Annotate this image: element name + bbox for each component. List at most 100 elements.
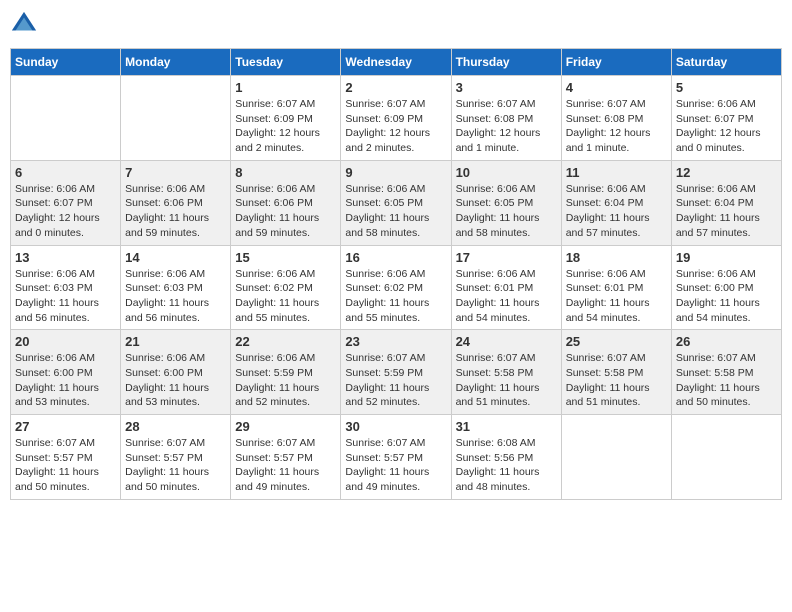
day-number: 14 xyxy=(125,250,226,265)
day-info: Sunrise: 6:06 AM Sunset: 6:03 PM Dayligh… xyxy=(15,267,116,326)
day-info: Sunrise: 6:06 AM Sunset: 6:00 PM Dayligh… xyxy=(125,351,226,410)
day-info: Sunrise: 6:06 AM Sunset: 6:06 PM Dayligh… xyxy=(125,182,226,241)
day-number: 20 xyxy=(15,334,116,349)
calendar-cell: 8 Sunrise: 6:06 AM Sunset: 6:06 PM Daylig… xyxy=(231,160,341,245)
day-number: 16 xyxy=(345,250,446,265)
day-info: Sunrise: 6:07 AM Sunset: 5:57 PM Dayligh… xyxy=(345,436,446,495)
calendar-cell xyxy=(11,76,121,161)
calendar-cell: 11 Sunrise: 6:06 AM Sunset: 6:04 PM Dayli… xyxy=(561,160,671,245)
day-number: 29 xyxy=(235,419,336,434)
calendar-header-row: SundayMondayTuesdayWednesdayThursdayFrid… xyxy=(11,49,782,76)
day-info: Sunrise: 6:06 AM Sunset: 6:03 PM Dayligh… xyxy=(125,267,226,326)
day-info: Sunrise: 6:06 AM Sunset: 6:07 PM Dayligh… xyxy=(15,182,116,241)
day-of-week-header: Sunday xyxy=(11,49,121,76)
calendar-cell: 9 Sunrise: 6:06 AM Sunset: 6:05 PM Daylig… xyxy=(341,160,451,245)
day-info: Sunrise: 6:06 AM Sunset: 6:02 PM Dayligh… xyxy=(235,267,336,326)
calendar-cell: 12 Sunrise: 6:06 AM Sunset: 6:04 PM Dayli… xyxy=(671,160,781,245)
calendar-cell: 16 Sunrise: 6:06 AM Sunset: 6:02 PM Dayli… xyxy=(341,245,451,330)
day-info: Sunrise: 6:07 AM Sunset: 5:59 PM Dayligh… xyxy=(345,351,446,410)
calendar-cell: 31Sunrise: 6:08 AM Sunset: 5:56 PM Dayli… xyxy=(451,415,561,500)
day-of-week-header: Monday xyxy=(121,49,231,76)
day-of-week-header: Wednesday xyxy=(341,49,451,76)
calendar-table: SundayMondayTuesdayWednesdayThursdayFrid… xyxy=(10,48,782,500)
calendar-cell: 20 Sunrise: 6:06 AM Sunset: 6:00 PM Dayli… xyxy=(11,330,121,415)
day-info: Sunrise: 6:07 AM Sunset: 5:57 PM Dayligh… xyxy=(125,436,226,495)
day-number: 10 xyxy=(456,165,557,180)
day-number: 8 xyxy=(235,165,336,180)
day-info: Sunrise: 6:08 AM Sunset: 5:56 PM Dayligh… xyxy=(456,436,557,495)
logo xyxy=(10,10,42,38)
day-number: 1 xyxy=(235,80,336,95)
page-header xyxy=(10,10,782,38)
day-info: Sunrise: 6:07 AM Sunset: 5:58 PM Dayligh… xyxy=(456,351,557,410)
day-number: 26 xyxy=(676,334,777,349)
day-info: Sunrise: 6:06 AM Sunset: 6:05 PM Dayligh… xyxy=(345,182,446,241)
day-info: Sunrise: 6:07 AM Sunset: 6:08 PM Dayligh… xyxy=(566,97,667,156)
day-number: 30 xyxy=(345,419,446,434)
calendar-cell: 7 Sunrise: 6:06 AM Sunset: 6:06 PM Daylig… xyxy=(121,160,231,245)
calendar-cell: 1 Sunrise: 6:07 AM Sunset: 6:09 PM Daylig… xyxy=(231,76,341,161)
day-info: Sunrise: 6:06 AM Sunset: 6:01 PM Dayligh… xyxy=(456,267,557,326)
day-number: 3 xyxy=(456,80,557,95)
day-number: 15 xyxy=(235,250,336,265)
calendar-cell: 18 Sunrise: 6:06 AM Sunset: 6:01 PM Dayli… xyxy=(561,245,671,330)
calendar-cell xyxy=(121,76,231,161)
calendar-week-row: 6 Sunrise: 6:06 AM Sunset: 6:07 PM Daylig… xyxy=(11,160,782,245)
day-number: 24 xyxy=(456,334,557,349)
day-number: 5 xyxy=(676,80,777,95)
calendar-cell: 29 Sunrise: 6:07 AM Sunset: 5:57 PM Dayli… xyxy=(231,415,341,500)
calendar-cell: 25 Sunrise: 6:07 AM Sunset: 5:58 PM Dayli… xyxy=(561,330,671,415)
calendar-cell: 2 Sunrise: 6:07 AM Sunset: 6:09 PM Daylig… xyxy=(341,76,451,161)
day-of-week-header: Thursday xyxy=(451,49,561,76)
day-number: 12 xyxy=(676,165,777,180)
calendar-cell: 10 Sunrise: 6:06 AM Sunset: 6:05 PM Dayli… xyxy=(451,160,561,245)
calendar-cell: 23 Sunrise: 6:07 AM Sunset: 5:59 PM Dayli… xyxy=(341,330,451,415)
day-info: Sunrise: 6:07 AM Sunset: 6:08 PM Dayligh… xyxy=(456,97,557,156)
day-info: Sunrise: 6:06 AM Sunset: 6:00 PM Dayligh… xyxy=(676,267,777,326)
day-info: Sunrise: 6:06 AM Sunset: 6:06 PM Dayligh… xyxy=(235,182,336,241)
calendar-cell: 24 Sunrise: 6:07 AM Sunset: 5:58 PM Dayli… xyxy=(451,330,561,415)
calendar-cell xyxy=(561,415,671,500)
day-number: 6 xyxy=(15,165,116,180)
calendar-cell: 22Sunrise: 6:06 AM Sunset: 5:59 PM Dayli… xyxy=(231,330,341,415)
calendar-week-row: 27 Sunrise: 6:07 AM Sunset: 5:57 PM Dayli… xyxy=(11,415,782,500)
day-number: 2 xyxy=(345,80,446,95)
calendar-cell: 5 Sunrise: 6:06 AM Sunset: 6:07 PM Daylig… xyxy=(671,76,781,161)
day-info: Sunrise: 6:06 AM Sunset: 6:02 PM Dayligh… xyxy=(345,267,446,326)
day-info: Sunrise: 6:06 AM Sunset: 5:59 PM Dayligh… xyxy=(235,351,336,410)
day-info: Sunrise: 6:07 AM Sunset: 5:57 PM Dayligh… xyxy=(235,436,336,495)
calendar-cell: 14 Sunrise: 6:06 AM Sunset: 6:03 PM Dayli… xyxy=(121,245,231,330)
day-number: 23 xyxy=(345,334,446,349)
day-number: 19 xyxy=(676,250,777,265)
day-info: Sunrise: 6:06 AM Sunset: 6:05 PM Dayligh… xyxy=(456,182,557,241)
day-info: Sunrise: 6:06 AM Sunset: 6:07 PM Dayligh… xyxy=(676,97,777,156)
day-number: 18 xyxy=(566,250,667,265)
day-number: 11 xyxy=(566,165,667,180)
day-of-week-header: Tuesday xyxy=(231,49,341,76)
logo-icon xyxy=(10,10,38,38)
day-info: Sunrise: 6:06 AM Sunset: 6:01 PM Dayligh… xyxy=(566,267,667,326)
calendar-week-row: 13 Sunrise: 6:06 AM Sunset: 6:03 PM Dayli… xyxy=(11,245,782,330)
calendar-cell: 28 Sunrise: 6:07 AM Sunset: 5:57 PM Dayli… xyxy=(121,415,231,500)
day-number: 13 xyxy=(15,250,116,265)
day-number: 17 xyxy=(456,250,557,265)
calendar-cell: 17 Sunrise: 6:06 AM Sunset: 6:01 PM Dayli… xyxy=(451,245,561,330)
day-info: Sunrise: 6:06 AM Sunset: 6:04 PM Dayligh… xyxy=(676,182,777,241)
day-info: Sunrise: 6:07 AM Sunset: 5:57 PM Dayligh… xyxy=(15,436,116,495)
day-info: Sunrise: 6:06 AM Sunset: 6:04 PM Dayligh… xyxy=(566,182,667,241)
day-number: 25 xyxy=(566,334,667,349)
day-info: Sunrise: 6:07 AM Sunset: 6:09 PM Dayligh… xyxy=(345,97,446,156)
calendar-cell: 13 Sunrise: 6:06 AM Sunset: 6:03 PM Dayli… xyxy=(11,245,121,330)
day-number: 28 xyxy=(125,419,226,434)
calendar-week-row: 20 Sunrise: 6:06 AM Sunset: 6:00 PM Dayli… xyxy=(11,330,782,415)
calendar-week-row: 1 Sunrise: 6:07 AM Sunset: 6:09 PM Daylig… xyxy=(11,76,782,161)
day-number: 4 xyxy=(566,80,667,95)
day-info: Sunrise: 6:07 AM Sunset: 5:58 PM Dayligh… xyxy=(566,351,667,410)
day-info: Sunrise: 6:06 AM Sunset: 6:00 PM Dayligh… xyxy=(15,351,116,410)
day-info: Sunrise: 6:07 AM Sunset: 5:58 PM Dayligh… xyxy=(676,351,777,410)
day-number: 9 xyxy=(345,165,446,180)
day-number: 7 xyxy=(125,165,226,180)
day-number: 21 xyxy=(125,334,226,349)
day-info: Sunrise: 6:07 AM Sunset: 6:09 PM Dayligh… xyxy=(235,97,336,156)
day-number: 27 xyxy=(15,419,116,434)
